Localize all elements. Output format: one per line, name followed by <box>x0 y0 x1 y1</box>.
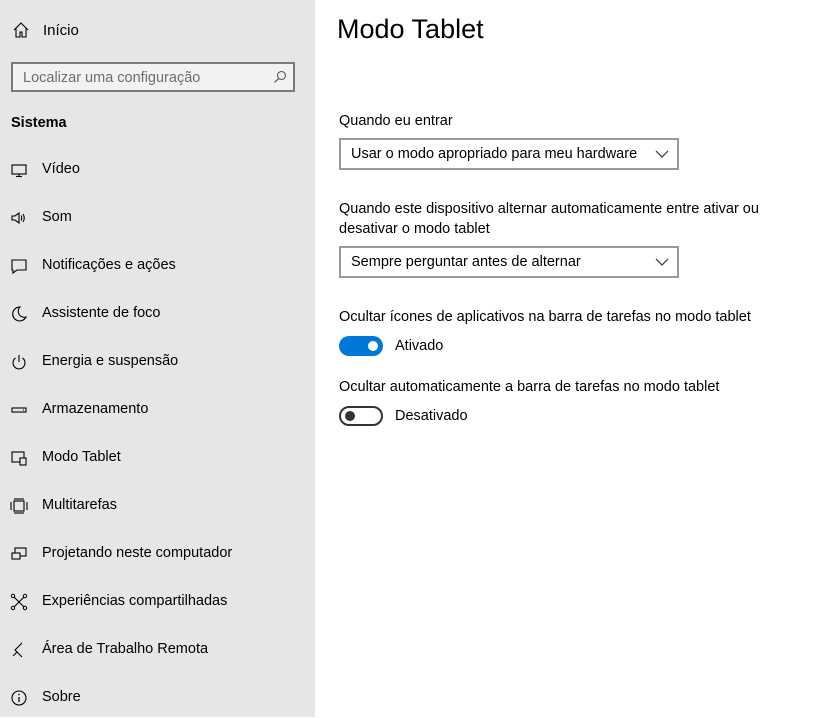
hide-icons-state: Ativado <box>395 338 444 354</box>
remote-desktop-icon <box>12 642 23 658</box>
sidebar-item-multitasking[interactable]: Multitarefas <box>0 486 315 526</box>
sidebar: Início Localizar uma configuração Sistem… <box>0 0 315 717</box>
shared-experiences-icon <box>10 593 28 611</box>
signin-mode-dropdown[interactable]: Usar o modo apropriado para meu hardware <box>339 138 679 170</box>
sidebar-item-label: Projetando neste computador <box>42 545 233 561</box>
moon-icon <box>12 306 28 322</box>
notification-icon <box>11 259 27 275</box>
sidebar-item-label: Sobre <box>42 689 81 705</box>
sidebar-item-about[interactable]: Sobre <box>0 678 315 718</box>
sidebar-item-label: Multitarefas <box>42 497 117 513</box>
auto-switch-label: Quando este dispositivo alternar automat… <box>339 201 759 237</box>
chevron-down-icon <box>655 258 669 266</box>
signin-mode-value: Usar o modo apropriado para meu hardware <box>351 146 638 162</box>
search-input[interactable]: Localizar uma configuração <box>11 62 295 92</box>
main-content: Modo Tablet Quando eu entrar Usar o modo… <box>315 0 815 717</box>
storage-icon <box>11 407 27 413</box>
info-icon <box>11 690 27 706</box>
sidebar-item-label: Assistente de foco <box>42 305 161 321</box>
sidebar-item-label: Modo Tablet <box>42 449 121 465</box>
sidebar-item-label: Área de Trabalho Remota <box>42 641 209 657</box>
sidebar-item-power-sleep[interactable]: Energia e suspensão <box>0 342 315 382</box>
hide-icons-label: Ocultar ícones de aplicativos na barra d… <box>339 309 751 325</box>
sidebar-item-label: Som <box>42 209 72 225</box>
sidebar-item-label: Vídeo <box>42 161 80 177</box>
autohide-taskbar-toggle[interactable] <box>339 406 383 426</box>
sidebar-item-sound[interactable]: Som <box>0 198 315 238</box>
toggle-knob <box>368 341 378 351</box>
auto-switch-dropdown[interactable]: Sempre perguntar antes de alternar <box>339 246 679 278</box>
section-title: Sistema <box>11 115 67 131</box>
autohide-taskbar-label: Ocultar automaticamente a barra de taref… <box>339 379 720 395</box>
sidebar-item-projecting[interactable]: Projetando neste computador <box>0 534 315 574</box>
sidebar-item-label: Armazenamento <box>42 401 149 417</box>
page-title: Modo Tablet <box>337 14 484 44</box>
hide-icons-toggle[interactable] <box>339 336 383 356</box>
sidebar-item-shared-experiences[interactable]: Experiências compartilhadas <box>0 582 315 622</box>
sidebar-item-label: Energia e suspensão <box>42 353 179 369</box>
monitor-icon <box>11 164 27 178</box>
search-icon[interactable] <box>273 70 287 84</box>
power-icon <box>12 355 26 370</box>
tablet-mode-icon <box>11 451 27 466</box>
home-icon <box>13 22 29 38</box>
sidebar-item-notifications[interactable]: Notificações e ações <box>0 246 315 286</box>
home-nav-item[interactable]: Início <box>0 12 315 50</box>
sidebar-item-tablet-mode[interactable]: Modo Tablet <box>0 438 315 478</box>
signin-label: Quando eu entrar <box>339 113 453 129</box>
toggle-knob <box>345 411 355 421</box>
sidebar-item-label: Experiências compartilhadas <box>42 593 228 609</box>
autohide-taskbar-state: Desativado <box>395 408 468 424</box>
sidebar-item-storage[interactable]: Armazenamento <box>0 390 315 430</box>
sidebar-item-focus-assist[interactable]: Assistente de foco <box>0 294 315 334</box>
chevron-down-icon <box>655 150 669 158</box>
projecting-icon <box>11 547 27 560</box>
multitasking-icon <box>10 498 28 514</box>
sidebar-item-remote-desktop[interactable]: Área de Trabalho Remota <box>0 630 315 670</box>
auto-switch-value: Sempre perguntar antes de alternar <box>351 254 581 270</box>
home-label: Início <box>43 22 79 39</box>
speaker-icon <box>11 211 25 225</box>
sidebar-item-label: Notificações e ações <box>42 257 176 273</box>
sidebar-item-video[interactable]: Vídeo <box>0 150 315 190</box>
search-placeholder: Localizar uma configuração <box>23 70 201 86</box>
